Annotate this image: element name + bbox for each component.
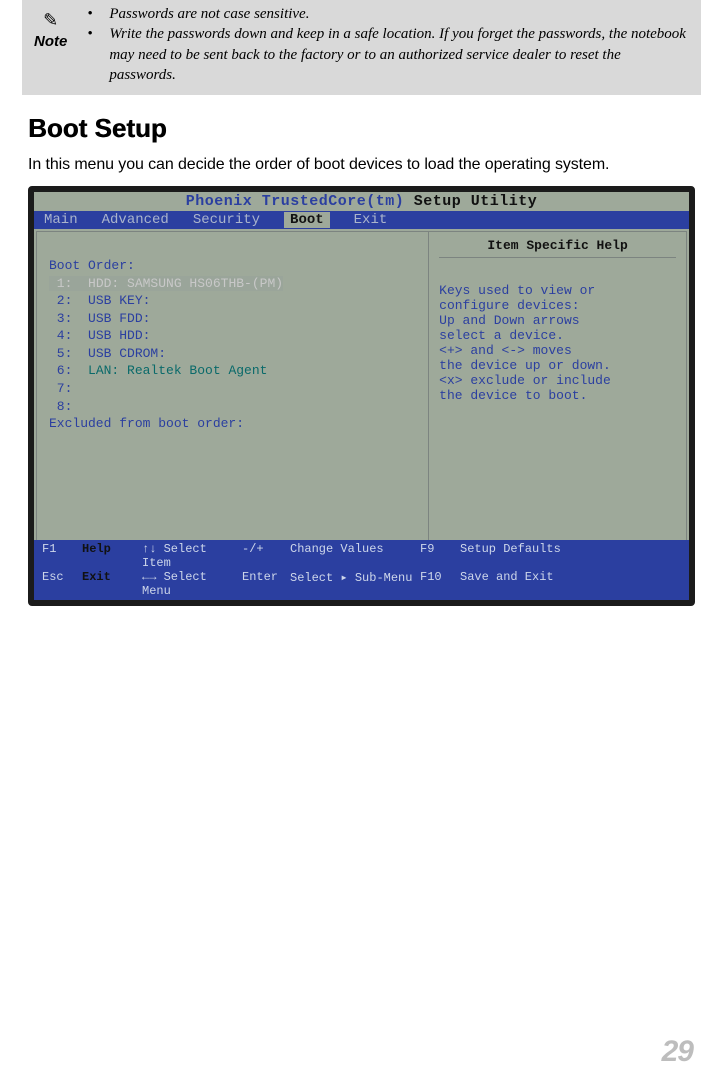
- bios-tab-exit: Exit: [354, 212, 388, 228]
- boot-item: 6: LAN: Realtek Boot Agent: [49, 362, 416, 380]
- boot-item: 1: HDD: SAMSUNG HS06THB-(PM): [49, 275, 416, 293]
- excluded-label: Excluded from boot order:: [49, 415, 416, 433]
- note-item: •Passwords are not case sensitive.: [87, 4, 689, 24]
- boot-item: 3: USB FDD:: [49, 310, 416, 328]
- bios-boot-order-panel: Boot Order: 1: HDD: SAMSUNG HS06THB-(PM)…: [37, 232, 429, 570]
- bios-tab-main: Main: [44, 212, 78, 228]
- bios-body: Boot Order: 1: HDD: SAMSUNG HS06THB-(PM)…: [36, 231, 687, 571]
- bios-help-panel: Item Specific Help Keys used to view or …: [429, 232, 686, 570]
- section-intro: In this menu you can decide the order of…: [28, 154, 695, 176]
- help-line: <+> and <-> moves: [439, 343, 676, 358]
- bios-tab-security: Security: [193, 212, 260, 228]
- note-label: Note: [34, 33, 67, 50]
- hand-write-icon: ✎: [43, 10, 58, 31]
- help-header: Item Specific Help: [439, 238, 676, 258]
- bios-title-right: Setup Utility: [404, 193, 537, 210]
- note-item: •Write the passwords down and keep in a …: [87, 24, 689, 85]
- note-items: •Passwords are not case sensitive. •Writ…: [79, 4, 689, 85]
- note-left: ✎ Note: [34, 4, 67, 85]
- help-line: <x> exclude or include: [439, 373, 676, 388]
- bios-screenshot: Phoenix TrustedCore(tm) Setup Utility Ma…: [28, 186, 695, 606]
- boot-item: 7:: [49, 380, 416, 398]
- bios-tab-advanced: Advanced: [102, 212, 169, 228]
- boot-item: 8:: [49, 398, 416, 416]
- note-callout: ✎ Note •Passwords are not case sensitive…: [22, 0, 701, 95]
- boot-item: 2: USB KEY:: [49, 292, 416, 310]
- note-item-text: Passwords are not case sensitive.: [109, 4, 309, 24]
- boot-order-label: Boot Order:: [49, 257, 416, 275]
- bios-menubar: Main Advanced Security Boot Exit: [34, 211, 689, 229]
- bios-tab-boot: Boot: [284, 212, 330, 228]
- page-number: 29: [662, 1035, 693, 1069]
- help-line: Up and Down arrows: [439, 313, 676, 328]
- help-line: Keys used to view or: [439, 283, 676, 298]
- help-line: configure devices:: [439, 298, 676, 313]
- bios-title: Phoenix TrustedCore(tm) Setup Utility: [34, 192, 689, 211]
- bios-title-left: Phoenix TrustedCore(tm): [186, 193, 405, 210]
- help-line: the device to boot.: [439, 388, 676, 403]
- boot-item: 4: USB HDD:: [49, 327, 416, 345]
- help-line: the device up or down.: [439, 358, 676, 373]
- bios-footer: F1 Help ↑↓ Select Item -/+ Change Values…: [34, 540, 689, 600]
- boot-item: 5: USB CDROM:: [49, 345, 416, 363]
- help-line: select a device.: [439, 328, 676, 343]
- section-heading: Boot Setup: [28, 113, 695, 144]
- note-item-text: Write the passwords down and keep in a s…: [109, 24, 689, 85]
